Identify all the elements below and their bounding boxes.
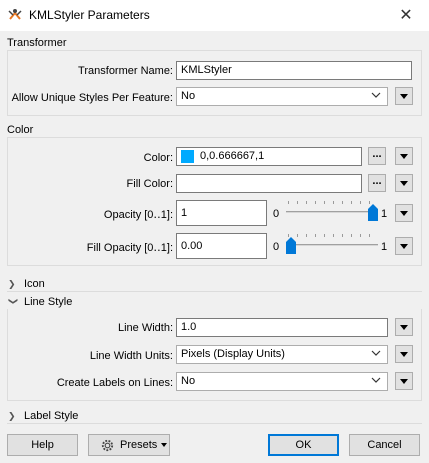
presets-button[interactable]: Presets xyxy=(88,434,170,456)
fill-color-menu-button[interactable] xyxy=(395,174,413,192)
dropdown-arrow-icon xyxy=(161,443,167,447)
color-value: 0,0.666667,1 xyxy=(200,150,265,162)
unique-styles-label: Allow Unique Styles Per Feature: xyxy=(11,92,173,104)
triangle-down-icon xyxy=(400,244,408,249)
line-width-input[interactable]: 1.0 xyxy=(176,318,388,337)
unique-styles-menu-button[interactable] xyxy=(395,87,413,105)
create-labels-value: No xyxy=(181,375,196,387)
fill-opacity-menu-button[interactable] xyxy=(395,237,413,255)
create-labels-label: Create Labels on Lines: xyxy=(56,377,173,389)
transformer-name-input[interactable]: KMLStyler xyxy=(176,61,412,80)
color-input[interactable]: 0,0.666667,1 xyxy=(176,147,362,166)
chevron-down-icon: ❯ xyxy=(8,297,19,306)
unique-styles-value: No xyxy=(181,90,196,102)
gear-icon xyxy=(101,439,114,452)
fill-opacity-label: Fill Opacity [0‥1]: xyxy=(86,242,173,254)
color-group-title: Color xyxy=(7,124,34,136)
chevron-down-icon xyxy=(371,350,381,356)
opacity-menu-button[interactable] xyxy=(395,204,413,222)
fill-color-input[interactable] xyxy=(176,174,362,193)
line-width-label: Line Width: xyxy=(117,322,173,334)
create-labels-select[interactable]: No xyxy=(176,372,388,391)
fill-opacity-max-label: 1 xyxy=(381,241,388,253)
close-icon[interactable]: ✕ xyxy=(383,0,429,31)
slider-track xyxy=(286,244,378,246)
fill-opacity-slider[interactable] xyxy=(286,233,378,259)
transformer-group xyxy=(7,50,422,116)
presets-label: Presets xyxy=(120,439,158,451)
line-width-units-select[interactable]: Pixels (Display Units) xyxy=(176,345,388,364)
fill-opacity-input[interactable]: 0.00 xyxy=(176,233,267,259)
transformer-group-title: Transformer xyxy=(7,37,67,49)
cancel-button[interactable]: Cancel xyxy=(349,434,420,456)
line-width-units-menu-button[interactable] xyxy=(395,345,413,363)
label-style-section-header[interactable]: ❯ Label Style xyxy=(8,410,78,422)
slider-track xyxy=(286,211,378,213)
color-picker-button[interactable]: ... xyxy=(368,147,386,165)
triangle-down-icon xyxy=(400,94,408,99)
transformer-name-label: Transformer Name: xyxy=(78,65,173,77)
chevron-down-icon xyxy=(371,92,381,98)
opacity-min-label: 0 xyxy=(273,208,280,220)
opacity-input[interactable]: 1 xyxy=(176,200,267,226)
triangle-down-icon xyxy=(400,154,408,159)
triangle-down-icon xyxy=(400,211,408,216)
color-menu-button[interactable] xyxy=(395,147,413,165)
chevron-down-icon xyxy=(371,377,381,383)
ok-button[interactable]: OK xyxy=(268,434,339,456)
triangle-down-icon xyxy=(400,379,408,384)
divider xyxy=(7,423,422,424)
fill-color-picker-button[interactable]: ... xyxy=(368,174,386,192)
fill-opacity-min-label: 0 xyxy=(273,241,280,253)
icon-section-label: Icon xyxy=(24,278,45,290)
line-width-units-label: Line Width Units: xyxy=(89,350,173,362)
window-title: KMLStyler Parameters xyxy=(29,8,150,22)
opacity-slider[interactable] xyxy=(286,200,378,226)
divider xyxy=(7,291,422,292)
line-style-section-label: Line Style xyxy=(24,296,73,308)
transformer-icon xyxy=(8,9,22,20)
opacity-label: Opacity [0‥1]: xyxy=(103,209,173,221)
fill-color-label: Fill Color: xyxy=(126,178,173,190)
slider-thumb[interactable] xyxy=(286,237,296,254)
create-labels-menu-button[interactable] xyxy=(395,372,413,390)
triangle-down-icon xyxy=(400,325,408,330)
line-width-units-value: Pixels (Display Units) xyxy=(181,348,285,360)
chevron-right-icon: ❯ xyxy=(8,279,16,289)
label-style-section-label: Label Style xyxy=(24,410,79,422)
opacity-max-label: 1 xyxy=(381,208,388,220)
line-style-section-header[interactable]: ❯ Line Style xyxy=(8,296,73,308)
line-width-menu-button[interactable] xyxy=(395,318,413,336)
help-button[interactable]: Help xyxy=(7,434,78,456)
color-label: Color: xyxy=(143,152,173,164)
slider-ticks xyxy=(288,201,376,204)
chevron-right-icon: ❯ xyxy=(8,411,16,421)
color-swatch xyxy=(181,150,194,163)
slider-ticks xyxy=(288,234,376,237)
slider-thumb[interactable] xyxy=(368,204,378,221)
title-bar: KMLStyler Parameters ✕ xyxy=(0,0,429,31)
icon-section-header[interactable]: ❯ Icon xyxy=(8,278,45,290)
triangle-down-icon xyxy=(400,352,408,357)
unique-styles-select[interactable]: No xyxy=(176,87,388,106)
triangle-down-icon xyxy=(400,181,408,186)
